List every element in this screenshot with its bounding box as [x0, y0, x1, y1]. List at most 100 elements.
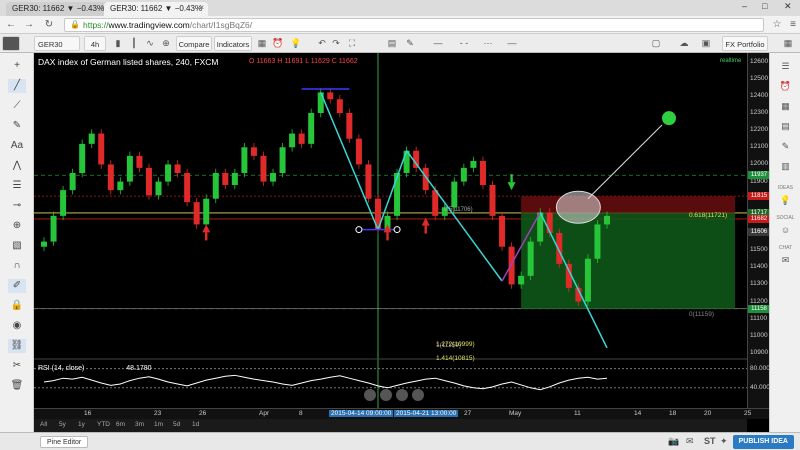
interval-select[interactable]: 4h: [84, 36, 106, 51]
menu-icon[interactable]: ≡: [786, 18, 800, 32]
camera-icon[interactable]: 📷: [668, 436, 679, 447]
twitter-icon[interactable]: ✦: [720, 436, 728, 447]
lock-drawings-icon[interactable]: 🔒: [8, 299, 26, 313]
news-icon[interactable]: ▤: [779, 121, 792, 133]
candle-body: [470, 161, 477, 168]
camera-icon[interactable]: ▣: [700, 37, 712, 49]
url-field[interactable]: 🔒 https://www.tradingview.com/chart/I1sg…: [64, 18, 764, 32]
close-tab-icon[interactable]: ×: [199, 3, 204, 12]
hotlist-icon[interactable]: ▥: [779, 161, 792, 173]
period-button[interactable]: 6m: [116, 421, 125, 428]
indicators-button[interactable]: Indicators: [214, 36, 252, 51]
period-button[interactable]: All: [40, 421, 47, 428]
price-axis[interactable]: 12600 12500 12400 12300 12200 12100 12000 11900…: [747, 53, 774, 419]
measure-icon[interactable]: ▧: [8, 239, 26, 253]
portfolio-button[interactable]: FX Portfolio: [722, 36, 768, 51]
forward-icon[interactable]: →: [22, 18, 36, 32]
brush-icon[interactable]: ✎: [8, 119, 26, 133]
line-width-icon[interactable]: —: [504, 37, 520, 49]
trendline-icon[interactable]: ╱: [8, 79, 26, 93]
magnet-icon[interactable]: ∩: [8, 259, 26, 273]
fork-icon[interactable]: ⟋: [8, 99, 26, 113]
chat-label[interactable]: CHAT: [772, 245, 799, 251]
line-solid-icon[interactable]: —: [430, 37, 446, 49]
browser-tab-active[interactable]: GER30: 11662 ▼ −0.43% ×: [104, 2, 208, 16]
remove-drawings-icon[interactable]: ✂: [8, 359, 26, 373]
chat-bubble-icon[interactable]: ✉: [686, 436, 694, 447]
line-style-icon[interactable]: ∿: [144, 37, 156, 49]
replay-next-icon[interactable]: [412, 389, 424, 401]
fullscreen-icon[interactable]: ⛶: [346, 37, 358, 49]
undo-icon[interactable]: ↶: [316, 37, 328, 49]
replay-controls[interactable]: [364, 389, 444, 403]
cloud-icon[interactable]: ☁: [676, 37, 692, 49]
minimize-icon[interactable]: –: [742, 1, 747, 11]
back-icon[interactable]: ←: [4, 18, 18, 32]
compare-button[interactable]: Compare: [176, 36, 212, 51]
candle-body: [155, 181, 162, 196]
period-button[interactable]: 5d: [173, 421, 180, 428]
notes-icon[interactable]: ✎: [779, 141, 792, 153]
alerts-icon[interactable]: ⏰: [779, 81, 792, 93]
period-button[interactable]: 1d: [192, 421, 199, 428]
close-window-icon[interactable]: ✕: [784, 1, 792, 12]
ideas-label[interactable]: IDEAS: [772, 185, 799, 191]
candle-body: [308, 113, 315, 144]
watchlist-icon[interactable]: ☰: [779, 61, 792, 73]
idea-icon[interactable]: 💡: [290, 37, 302, 49]
crosshair-icon[interactable]: +: [8, 59, 26, 73]
price-tick-label: 12300: [750, 109, 769, 116]
zoom-icon[interactable]: ⊕: [8, 219, 26, 233]
text-icon[interactable]: Aa: [8, 139, 26, 153]
reload-icon[interactable]: ↻: [42, 18, 56, 32]
avatar[interactable]: [2, 36, 20, 51]
stocktwits-icon[interactable]: ST: [704, 436, 716, 446]
layout-icon[interactable]: ▦: [256, 37, 268, 49]
line-dashed-icon[interactable]: - -: [456, 37, 472, 49]
template-icon[interactable]: ▤: [386, 37, 398, 49]
pattern-icon[interactable]: ⋀: [8, 159, 26, 173]
trash-icon[interactable]: 🗑: [8, 379, 26, 393]
time-tick-label: May: [509, 410, 522, 417]
stay-drawing-icon[interactable]: ✐: [8, 279, 26, 293]
settings-icon[interactable]: ▢: [650, 37, 662, 49]
fib-icon[interactable]: ☰: [8, 179, 26, 193]
social-label[interactable]: SOCIAL: [772, 215, 799, 221]
hide-drawings-icon[interactable]: ◉: [8, 319, 26, 333]
sync-drawings-icon[interactable]: ⛓: [8, 339, 26, 353]
time-axis[interactable]: 16 23 26 Apr 8 2015-04-14 09:00:00 2015-04-21 …: [34, 408, 769, 419]
pine-editor-button[interactable]: Pine Editor: [40, 436, 89, 448]
candle-body: [604, 215, 610, 225]
line-dotted-icon[interactable]: ···: [480, 37, 496, 49]
time-tick-label: 18: [669, 410, 677, 417]
symbol-input[interactable]: GER30: [34, 36, 80, 51]
chart-pane[interactable]: DAX index of German listed shares, 240, …: [34, 53, 747, 419]
replay-back-icon[interactable]: [364, 389, 376, 401]
period-button[interactable]: 1m: [154, 421, 163, 428]
period-button[interactable]: 3m: [135, 421, 144, 428]
maximize-icon[interactable]: □: [762, 1, 767, 11]
price-tick-label: 11100: [750, 314, 768, 322]
redo-icon[interactable]: ↷: [330, 37, 342, 49]
chat-icon[interactable]: ✉: [779, 255, 792, 267]
period-button[interactable]: 5y: [59, 421, 66, 428]
social-icon[interactable]: ☺: [779, 225, 792, 237]
add-symbol-icon[interactable]: ⊕: [160, 37, 172, 49]
pencil-icon[interactable]: ✎: [404, 37, 416, 49]
ideas-icon[interactable]: 💡: [779, 195, 792, 207]
replay-prev-icon[interactable]: [380, 389, 392, 401]
prediction-icon[interactable]: ⊸: [8, 199, 26, 213]
publish-idea-button[interactable]: PUBLISH IDEA: [732, 435, 794, 449]
period-button[interactable]: YTD: [97, 421, 110, 428]
period-button[interactable]: 1y: [78, 421, 85, 428]
bar-style-icon[interactable]: ▮: [112, 37, 124, 49]
calendar-icon[interactable]: ▦: [782, 37, 794, 49]
candle-style-icon[interactable]: ┃: [128, 37, 140, 49]
candle-body: [508, 246, 515, 285]
browser-tab[interactable]: GER30: 11662 ▼ −0.43%×: [6, 2, 110, 16]
calendar-icon[interactable]: ▦: [779, 101, 792, 113]
star-icon[interactable]: ☆: [770, 18, 784, 32]
replay-play-icon[interactable]: [396, 389, 408, 401]
alert-icon[interactable]: ⏰: [272, 37, 284, 49]
period-selector: All 5y 1y YTD 6m 3m 1m 5d 1d: [34, 419, 747, 432]
